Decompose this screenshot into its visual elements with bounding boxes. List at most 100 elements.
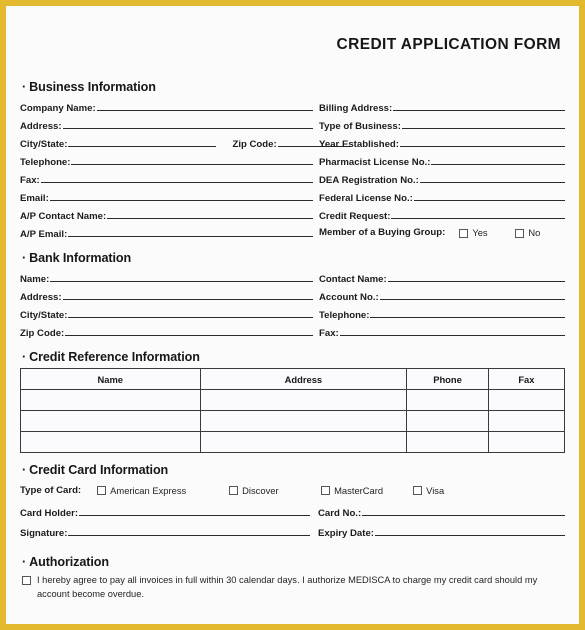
field-input-rule[interactable]: [68, 224, 313, 237]
checkbox-icon[interactable]: [97, 485, 107, 495]
business-left-column: Company Name: Address: City/State: Zip C…: [20, 98, 350, 242]
field-input-rule[interactable]: [391, 206, 565, 219]
field-input-rule[interactable]: [71, 152, 313, 165]
field-credit-request[interactable]: Credit Request:: [319, 206, 565, 224]
cell-address[interactable]: [199, 389, 408, 411]
field-input-rule[interactable]: [40, 170, 313, 183]
field-business-fax[interactable]: Fax:: [20, 170, 313, 188]
field-bank-city-state[interactable]: City/State:: [20, 305, 313, 323]
cell-name[interactable]: [20, 389, 201, 411]
field-input-rule[interactable]: [49, 188, 313, 201]
checkbox-icon[interactable]: [229, 485, 239, 495]
field-input-rule[interactable]: [419, 170, 565, 183]
field-input-rule[interactable]: [362, 503, 565, 516]
card-type-option-american-express[interactable]: American Express: [97, 485, 229, 496]
section-credit-card-information: · Credit Card Information Type of Card: A…: [20, 463, 565, 543]
field-input-rule[interactable]: [62, 287, 313, 300]
cell-phone[interactable]: [406, 389, 489, 411]
field-input-rule[interactable]: [62, 116, 313, 129]
field-bank-zip-code[interactable]: Zip Code:: [20, 323, 313, 341]
cell-phone[interactable]: [406, 410, 489, 432]
card-type-option-discover[interactable]: Discover: [229, 485, 321, 496]
field-bank-address[interactable]: Address:: [20, 287, 313, 305]
section-heading-credit-reference: · Credit Reference Information: [20, 350, 565, 364]
field-input-rule[interactable]: [79, 503, 310, 516]
field-business-address[interactable]: Address:: [20, 116, 313, 134]
column-header-name: Name: [20, 368, 201, 390]
field-input-rule[interactable]: [107, 206, 313, 219]
checkbox-icon[interactable]: [321, 485, 331, 495]
option-label: MasterCard: [334, 484, 384, 496]
buying-group-option-no[interactable]: No: [515, 224, 540, 242]
business-right-column: Billing Address: Type of Business: Year …: [313, 98, 565, 242]
field-card-holder[interactable]: Card Holder:: [20, 503, 310, 523]
field-business-telephone[interactable]: Telephone:: [20, 152, 313, 170]
cell-fax[interactable]: [487, 431, 566, 453]
field-input-rule[interactable]: [401, 116, 565, 129]
field-dea-registration-no[interactable]: DEA Registration No.:: [319, 170, 565, 188]
field-billing-address[interactable]: Billing Address:: [319, 98, 565, 116]
cell-address[interactable]: [199, 431, 408, 453]
buying-group-option-yes[interactable]: Yes: [459, 224, 515, 242]
field-card-no[interactable]: Card No.:: [318, 503, 565, 523]
field-expiry-date[interactable]: Expiry Date:: [318, 523, 565, 543]
section-heading-authorization: · Authorization: [20, 555, 565, 569]
field-input-rule[interactable]: [50, 269, 313, 282]
field-input-rule[interactable]: [379, 287, 565, 300]
card-type-option-mastercard[interactable]: MasterCard: [321, 485, 413, 496]
field-input-rule[interactable]: [387, 269, 565, 282]
field-input-rule[interactable]: [399, 134, 565, 147]
field-type-of-business[interactable]: Type of Business:: [319, 116, 565, 134]
field-label: Member of a Buying Group:: [319, 227, 446, 238]
field-federal-license-no[interactable]: Federal License No.:: [319, 188, 565, 206]
field-label: Expiry Date:: [318, 528, 374, 539]
field-ap-email[interactable]: A/P Email:: [20, 224, 313, 242]
field-input-rule[interactable]: [413, 188, 565, 201]
field-input-rule[interactable]: [339, 323, 565, 336]
field-input-rule[interactable]: [393, 98, 565, 111]
field-business-email[interactable]: Email:: [20, 188, 313, 206]
cell-address[interactable]: [199, 410, 408, 432]
column-header-phone: Phone: [406, 368, 489, 390]
field-bank-account-no[interactable]: Account No.:: [319, 287, 565, 305]
field-bank-contact-name[interactable]: Contact Name:: [319, 269, 565, 287]
card-type-option-visa[interactable]: Visa: [413, 485, 444, 496]
field-bank-telephone[interactable]: Telephone:: [319, 305, 565, 323]
field-bank-name[interactable]: Name:: [20, 269, 313, 287]
field-input-rule[interactable]: [431, 152, 565, 165]
field-label: Fax:: [20, 175, 40, 186]
section-heading-business-label: Business Information: [29, 80, 156, 94]
checkbox-icon[interactable]: [515, 228, 525, 238]
cell-fax[interactable]: [487, 410, 566, 432]
authorization-statement: I hereby agree to pay all invoices in fu…: [37, 575, 538, 599]
field-label: Card No.:: [318, 508, 362, 519]
field-input-rule[interactable]: [68, 523, 310, 536]
field-pharmacist-license-no[interactable]: Pharmacist License No.:: [319, 152, 565, 170]
field-input-rule-city-state[interactable]: [68, 134, 217, 147]
checkbox-icon[interactable]: [22, 576, 31, 585]
field-input-rule[interactable]: [65, 323, 313, 336]
field-input-rule[interactable]: [68, 305, 313, 318]
bullet-icon: ·: [22, 555, 27, 569]
option-label: Discover: [242, 484, 279, 496]
field-signature[interactable]: Signature:: [20, 523, 310, 543]
section-heading-bank: · Bank Information: [20, 251, 565, 265]
cell-name[interactable]: [20, 410, 201, 432]
field-bank-fax[interactable]: Fax:: [319, 323, 565, 341]
cell-fax[interactable]: [487, 389, 566, 411]
checkbox-icon[interactable]: [413, 485, 423, 495]
field-year-established[interactable]: Year Established:: [319, 134, 565, 152]
checkbox-icon[interactable]: [459, 228, 469, 238]
field-company-name[interactable]: Company Name:: [20, 98, 313, 116]
section-heading-bank-label: Bank Information: [29, 251, 132, 265]
field-input-rule[interactable]: [96, 98, 313, 111]
field-ap-contact-name[interactable]: A/P Contact Name:: [20, 206, 313, 224]
authorization-consent-row[interactable]: I hereby agree to pay all invoices in fu…: [20, 573, 565, 601]
field-business-city-state-zip[interactable]: City/State: Zip Code:: [20, 134, 350, 152]
field-input-rule[interactable]: [370, 305, 565, 318]
field-input-rule[interactable]: [374, 523, 565, 536]
business-columns: Company Name: Address: City/State: Zip C…: [20, 98, 565, 242]
field-label: Fax:: [319, 328, 339, 339]
cell-name[interactable]: [20, 431, 201, 453]
cell-phone[interactable]: [406, 431, 489, 453]
